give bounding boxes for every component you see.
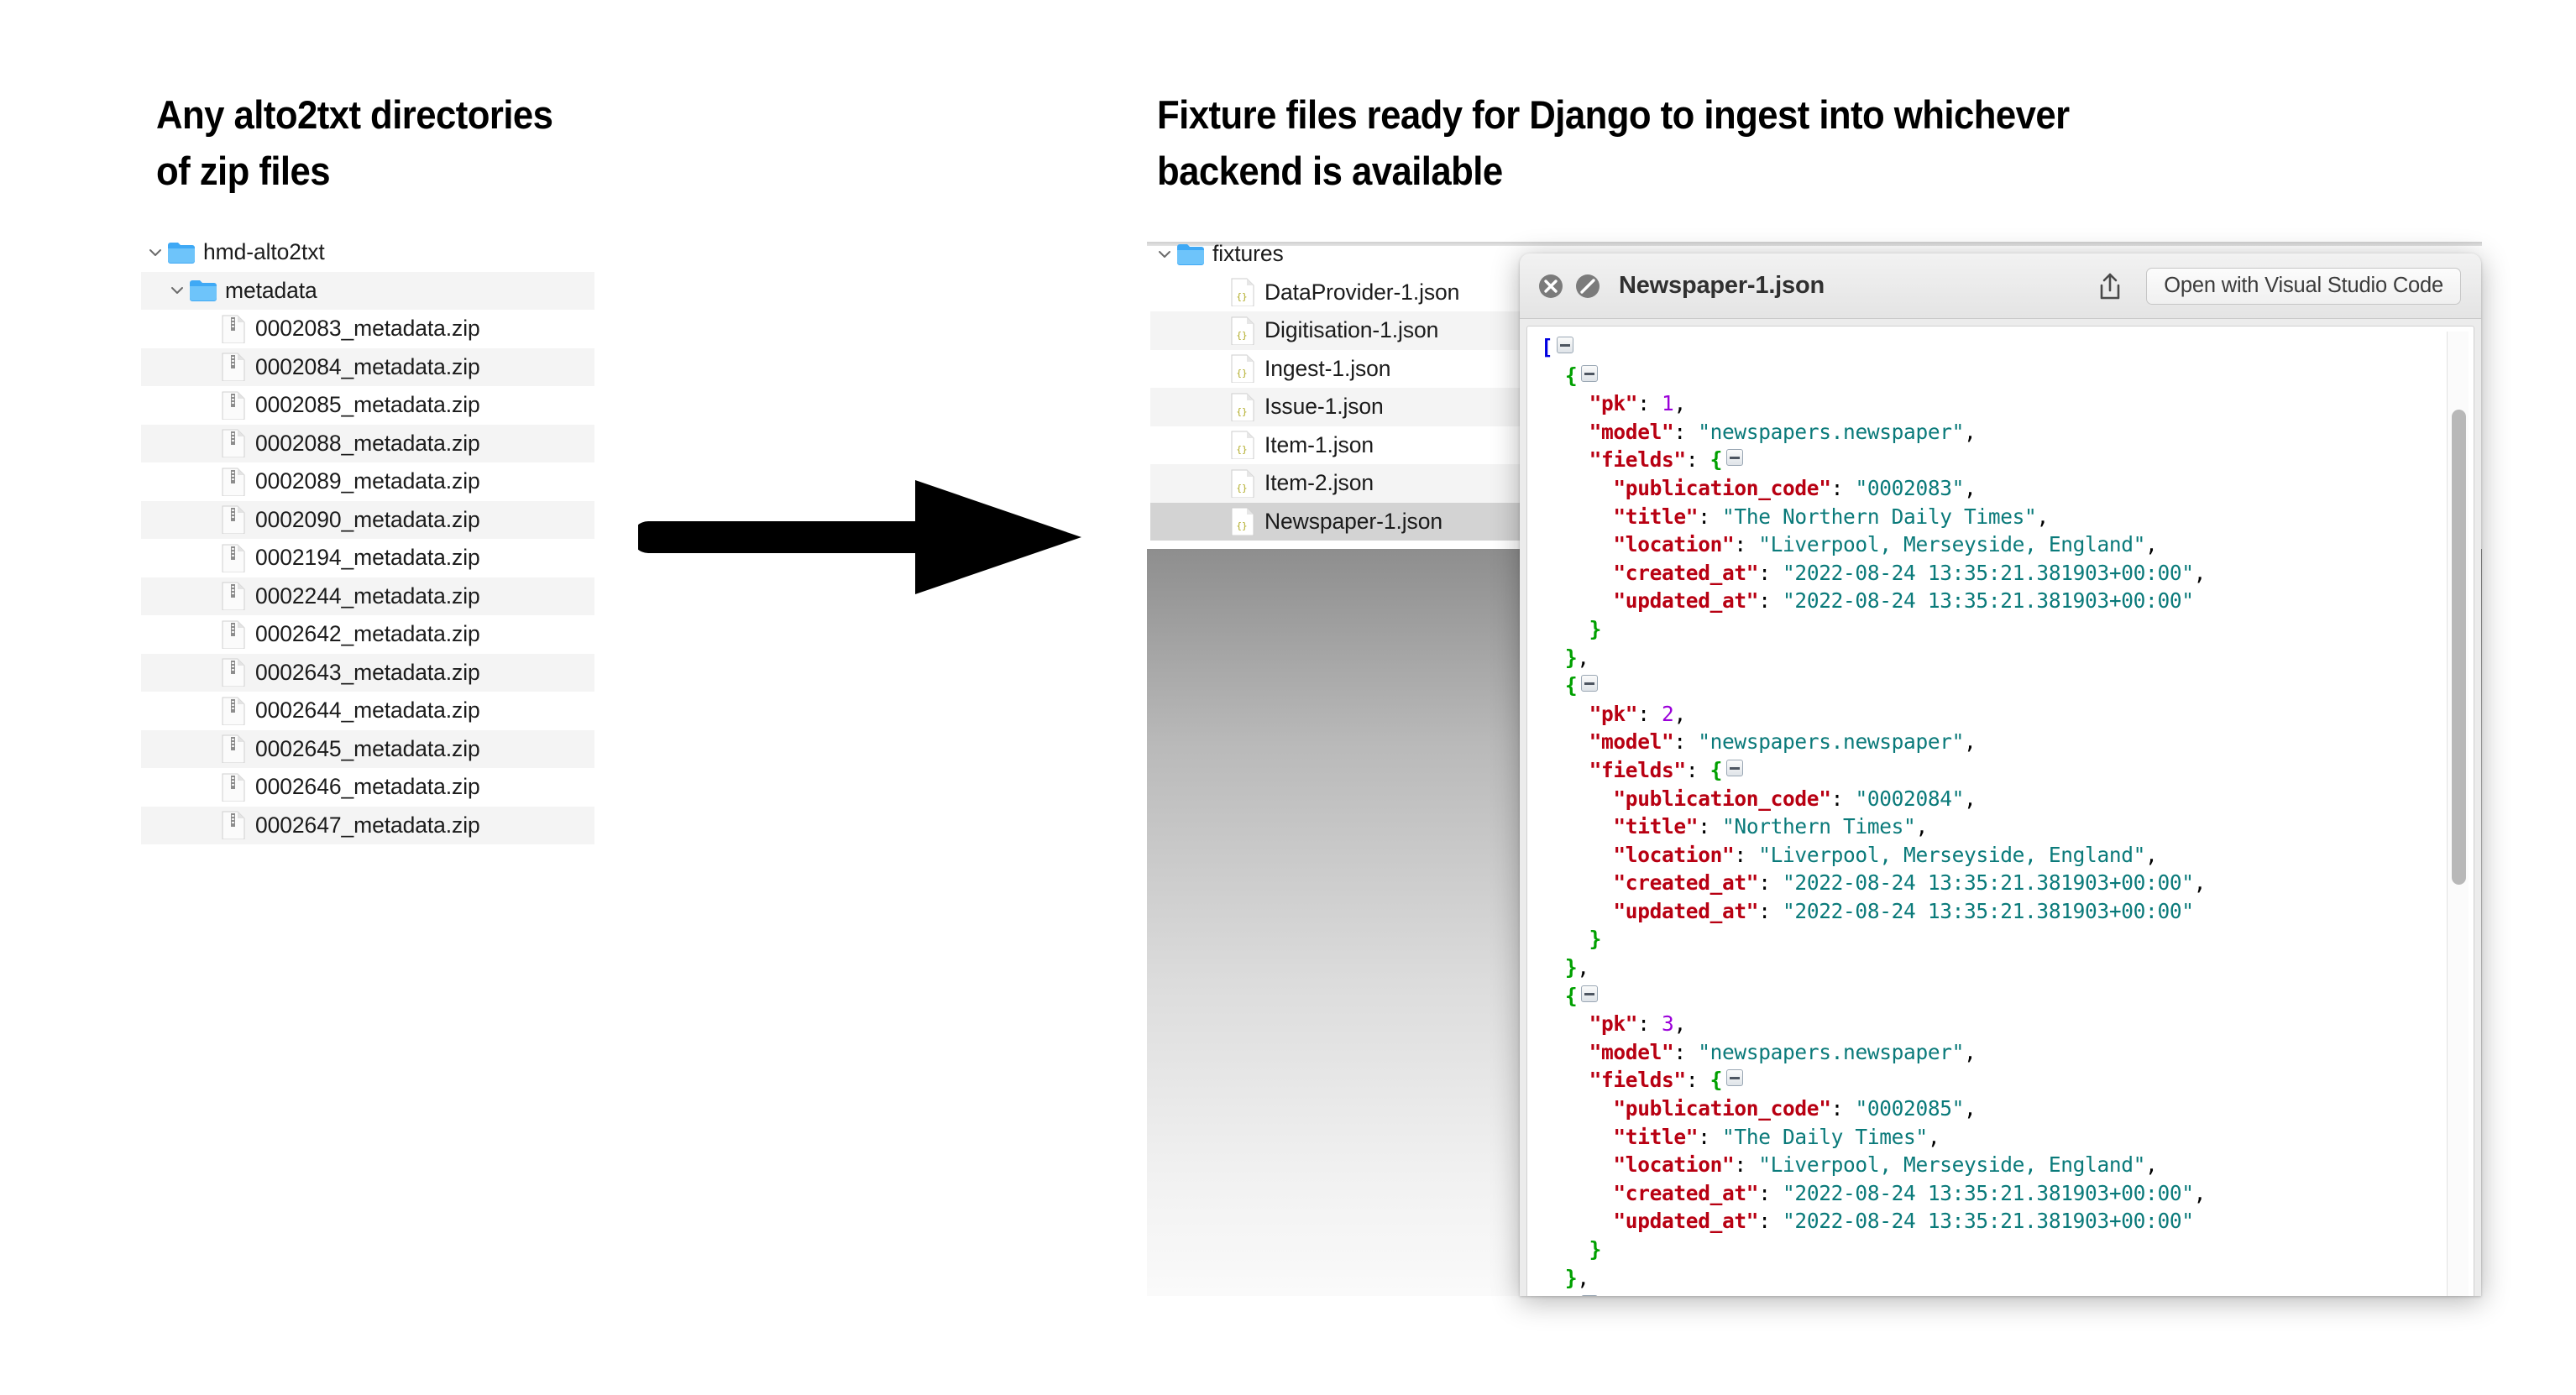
tree-row-label: 0002085_metadata.zip [255, 392, 480, 418]
tree-file-row[interactable]: 0002088_metadata.zip [141, 424, 594, 462]
tree-file-row[interactable]: 0002194_metadata.zip [141, 539, 594, 577]
tree-row-label: Ingest-1.json [1264, 355, 1391, 381]
zip-file-icon [218, 468, 249, 496]
tree-row-label: Item-2.json [1264, 470, 1374, 496]
preview-content-area: [ { "pk": 1, "model": "newspapers.newspa… [1526, 326, 2474, 1296]
chevron-down-icon[interactable] [166, 282, 188, 299]
tree-row-label: 0002088_metadata.zip [255, 430, 480, 456]
zip-file-icon [218, 505, 249, 535]
tree-row-label: Newspaper-1.json [1264, 508, 1442, 534]
json-file-icon: {} [1228, 316, 1258, 345]
tree-file-row[interactable]: 0002647_metadata.zip [141, 806, 594, 844]
fold-toggle-icon[interactable] [1726, 759, 1744, 776]
svg-text:{}: {} [1236, 520, 1247, 531]
tree-row-label: hmd-alto2txt [203, 239, 325, 265]
json-file-icon: {} [1228, 393, 1258, 421]
tree-row-label: 0002644_metadata.zip [255, 698, 480, 724]
zip-file-icon [218, 734, 249, 764]
zip-file-icon [218, 544, 249, 572]
zip-file-icon [218, 773, 249, 802]
tree-file-row[interactable]: 0002084_metadata.zip [141, 347, 594, 386]
tree-file-row[interactable]: 0002644_metadata.zip [141, 692, 594, 730]
tree-row-label: 0002084_metadata.zip [255, 353, 480, 379]
tree-row-label: Item-1.json [1264, 431, 1374, 457]
zip-file-icon [218, 697, 249, 725]
fold-toggle-icon[interactable] [1581, 364, 1599, 382]
zip-file-icon [218, 353, 249, 382]
tree-file-row[interactable]: 0002085_metadata.zip [141, 386, 594, 425]
tree-folder-row[interactable]: hmd-alto2txt [141, 233, 594, 272]
svg-text:{}: {} [1236, 444, 1247, 455]
disable-icon[interactable] [1573, 272, 1602, 300]
zip-file-icon [218, 315, 249, 343]
share-icon[interactable] [2092, 269, 2128, 304]
folder-icon [166, 241, 196, 264]
tree-row-label: 0002090_metadata.zip [255, 506, 480, 532]
svg-text:{}: {} [1236, 330, 1247, 341]
open-with-vscode-button[interactable]: Open with Visual Studio Code [2146, 267, 2461, 305]
slide-canvas: Any alto2txt directories of zip files Fi… [0, 0, 2576, 1395]
json-file-icon: {} [1228, 469, 1258, 498]
tree-row-label: DataProvider-1.json [1264, 279, 1460, 305]
tree-row-label: fixtures [1212, 241, 1284, 267]
folder-icon [188, 279, 218, 302]
tree-file-row[interactable]: 0002090_metadata.zip [141, 500, 594, 539]
tree-file-row[interactable]: 0002089_metadata.zip [141, 462, 594, 501]
json-file-icon: {} [1228, 431, 1258, 460]
folder-icon [1175, 243, 1206, 266]
chevron-down-icon[interactable] [144, 244, 166, 261]
svg-text:{}: {} [1236, 483, 1247, 494]
svg-text:{}: {} [1236, 368, 1247, 379]
tree-row-label: 0002244_metadata.zip [255, 583, 480, 609]
tree-folder-row[interactable]: metadata [141, 271, 594, 310]
tree-file-row[interactable]: 0002643_metadata.zip [141, 653, 594, 692]
fold-toggle-icon[interactable] [1726, 1069, 1744, 1087]
quick-look-preview-window: Newspaper-1.json Open with Visual Studio… [1520, 253, 2481, 1296]
tree-row-label: 0002083_metadata.zip [255, 316, 480, 342]
json-file-icon: {} [1228, 354, 1258, 384]
zip-file-icon [218, 429, 249, 458]
left-heading: Any alto2txt directories of zip files [156, 92, 553, 193]
right-heading: Fixture files ready for Django to ingest… [1157, 92, 2070, 193]
fold-toggle-icon[interactable] [1726, 449, 1744, 467]
svg-text:{}: {} [1236, 406, 1247, 417]
right-arrow-icon [632, 478, 1083, 596]
zip-file-icon [218, 658, 249, 687]
tree-file-row[interactable]: 0002645_metadata.zip [141, 729, 594, 768]
zip-file-icon [218, 582, 249, 611]
json-code-view: [ { "pk": 1, "model": "newspapers.newspa… [1541, 333, 2438, 1296]
tree-row-label: 0002194_metadata.zip [255, 545, 480, 571]
tree-row-label: 0002645_metadata.zip [255, 735, 480, 761]
preview-scrollbar-thumb[interactable] [2452, 409, 2466, 886]
zip-file-icon [218, 391, 249, 420]
tree-row-label: 0002647_metadata.zip [255, 812, 480, 838]
json-file-icon: {} [1228, 278, 1258, 307]
tree-row-label: 0002646_metadata.zip [255, 774, 480, 800]
tree-row-label: 0002643_metadata.zip [255, 659, 480, 685]
tree-row-label: Issue-1.json [1264, 394, 1384, 420]
fold-toggle-icon[interactable] [1557, 337, 1574, 353]
tree-row-label: 0002642_metadata.zip [255, 621, 480, 647]
close-icon[interactable] [1537, 272, 1565, 300]
tree-row-label: 0002089_metadata.zip [255, 468, 480, 494]
svg-text:{}: {} [1236, 291, 1247, 302]
fold-toggle-icon[interactable] [1581, 675, 1599, 692]
chevron-down-icon[interactable] [1154, 246, 1175, 263]
preview-scrollbar[interactable] [2447, 332, 2469, 1296]
tree-row-label: Digitisation-1.json [1264, 317, 1439, 343]
tree-file-row[interactable]: 0002244_metadata.zip [141, 577, 594, 615]
zip-file-icon [218, 620, 249, 649]
zip-file-icon [218, 811, 249, 840]
tree-file-row[interactable]: 0002646_metadata.zip [141, 768, 594, 807]
fold-toggle-icon[interactable] [1581, 985, 1599, 1002]
alto2txt-file-tree[interactable]: hmd-alto2txt metadata 0002083_metadata.zip… [141, 233, 594, 844]
tree-file-row[interactable]: 0002642_metadata.zip [141, 615, 594, 654]
fold-toggle-icon[interactable] [1581, 1295, 1599, 1296]
tree-row-label: metadata [225, 277, 317, 303]
tree-file-row[interactable]: 0002083_metadata.zip [141, 310, 594, 348]
json-file-icon: {} [1228, 507, 1258, 536]
preview-titlebar: Newspaper-1.json Open with Visual Studio… [1520, 253, 2481, 319]
preview-title: Newspaper-1.json [1619, 272, 1825, 299]
